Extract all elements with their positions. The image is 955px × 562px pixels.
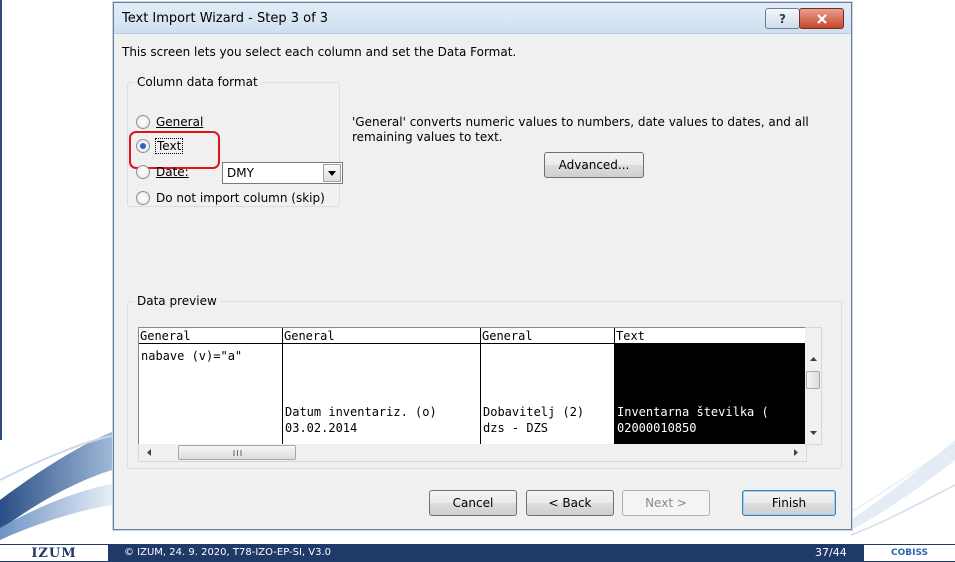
back-button[interactable]: < Back	[526, 490, 614, 516]
radio-skip-circle[interactable]	[136, 191, 150, 205]
date-format-select[interactable]: DMY	[222, 162, 343, 184]
preview-column-3[interactable]: General Dobavitelj (2) dzs - DZS	[481, 328, 614, 444]
dropdown-arrow[interactable]	[323, 164, 341, 182]
column-1-cell: nabave (v)="a"	[141, 349, 243, 363]
scroll-right-arrow[interactable]	[789, 445, 803, 459]
preview-column-4-selected[interactable]: Text Inventarna številka ( 02000010850	[615, 328, 806, 444]
radio-date-circle[interactable]	[136, 165, 150, 179]
close-button[interactable]	[799, 8, 844, 29]
radio-general-circle[interactable]	[136, 115, 150, 129]
scroll-left-arrow[interactable]	[142, 445, 156, 459]
column-2-cell: Datum inventariz. (o)	[285, 405, 437, 419]
preview-column-2[interactable]: General Datum inventariz. (o) 03.02.2014	[283, 328, 480, 444]
column-4-header[interactable]: Text	[615, 328, 806, 344]
izum-logo: IZUM	[0, 545, 108, 561]
radio-skip[interactable]: Do not import column (skip)	[136, 191, 325, 205]
column-3-header[interactable]: General	[481, 328, 614, 344]
format-description: 'General' converts numeric values to num…	[352, 115, 809, 144]
column-2-cell: 03.02.2014	[285, 421, 358, 435]
date-format-value: DMY	[227, 166, 254, 180]
radio-general-label: General	[156, 115, 204, 129]
text-option-highlight	[129, 131, 220, 169]
text-import-wizard-dialog: Text Import Wizard - Step 3 of 3 ? This …	[113, 2, 852, 530]
finish-button[interactable]: Finish	[742, 490, 836, 516]
column-data-format-legend: Column data format	[137, 75, 258, 89]
advanced-button[interactable]: Advanced...	[544, 152, 644, 178]
dialog-title: Text Import Wizard - Step 3 of 3	[122, 11, 329, 26]
data-preview-legend: Data preview	[137, 294, 217, 308]
help-icon: ?	[779, 11, 786, 26]
footer-copyright: © IZUM, 24. 9. 2020, T78-IZO-EP-SI, V3.0	[124, 547, 332, 558]
izum-logo-text: IZUM	[31, 545, 77, 561]
cancel-button[interactable]: Cancel	[429, 490, 517, 516]
grip-icon	[233, 449, 241, 456]
column-4-cell: 02000010850	[617, 421, 697, 435]
slide: Text Import Wizard - Step 3 of 3 ? This …	[0, 0, 955, 562]
radio-date[interactable]: Date:	[136, 165, 189, 179]
column-3-cell: dzs - DZS	[483, 421, 549, 435]
slide-left-edge	[0, 0, 2, 440]
dialog-titlebar[interactable]: Text Import Wizard - Step 3 of 3 ?	[114, 3, 851, 34]
cobiss-logo: COBISS	[864, 545, 955, 561]
radio-date-label: Date:	[156, 165, 189, 179]
next-button[interactable]: Next >	[622, 490, 710, 516]
arrow-down-icon	[809, 431, 817, 435]
chevron-down-icon	[328, 170, 336, 176]
radio-skip-label: Do not import column (skip)	[156, 191, 325, 205]
arrow-right-icon	[794, 448, 798, 456]
column-4-cell: Inventarna številka (	[617, 405, 769, 419]
cobiss-logo-text: COBISS	[890, 548, 929, 558]
vertical-scroll-thumb[interactable]	[806, 371, 820, 389]
scroll-up-arrow[interactable]	[806, 352, 820, 366]
column-1-header[interactable]: General	[139, 328, 282, 344]
intro-text: This screen lets you select each column …	[122, 45, 517, 59]
column-2-header[interactable]: General	[283, 328, 480, 344]
radio-general[interactable]: General	[136, 115, 203, 129]
column-3-cell: Dobavitelj (2)	[483, 405, 585, 419]
column-data-format-group: Column data format General Text Date: DM…	[127, 75, 343, 207]
arrow-left-icon	[147, 448, 151, 456]
data-preview-grid[interactable]: General nabave (v)="a" General Datum inv…	[138, 327, 807, 445]
page-number: 37/44	[815, 546, 847, 559]
preview-horizontal-scrollbar[interactable]	[138, 444, 807, 462]
arrow-up-icon	[809, 357, 817, 361]
horizontal-scroll-thumb[interactable]	[178, 445, 296, 460]
help-button[interactable]: ?	[765, 8, 800, 29]
close-icon	[816, 13, 827, 24]
preview-vertical-scrollbar[interactable]	[805, 327, 822, 445]
scroll-down-arrow[interactable]	[806, 426, 820, 440]
preview-column-1[interactable]: General nabave (v)="a"	[139, 328, 282, 444]
